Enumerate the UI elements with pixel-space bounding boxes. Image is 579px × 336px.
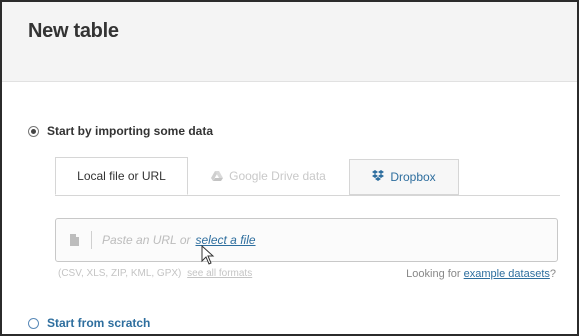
tab-local-file-label: Local file or URL	[77, 169, 166, 183]
url-input-field[interactable]: Paste an URL or select a file	[55, 218, 558, 262]
import-option-label: Start by importing some data	[47, 124, 214, 138]
see-all-formats-link[interactable]: see all formats	[187, 268, 252, 279]
import-data-option[interactable]: Start by importing some data	[28, 124, 213, 138]
tabs-divider	[55, 195, 560, 196]
tab-dropbox-label: Dropbox	[390, 170, 436, 184]
document-icon	[70, 234, 79, 246]
start-from-scratch-option[interactable]: Start from scratch	[28, 316, 150, 330]
mouse-pointer-icon	[201, 245, 215, 265]
input-separator	[91, 231, 92, 249]
tab-dropbox[interactable]: Dropbox	[349, 159, 459, 195]
google-drive-icon	[211, 171, 224, 181]
tab-google-drive[interactable]: Google Drive data	[193, 157, 344, 195]
tab-google-drive-label: Google Drive data	[229, 169, 326, 183]
import-radio-button[interactable]	[28, 125, 39, 137]
example-datasets-note: Looking for example datasets?	[406, 268, 556, 280]
scratch-radio-button[interactable]	[28, 317, 39, 329]
scratch-option-label: Start from scratch	[47, 316, 151, 330]
dropbox-icon	[372, 170, 385, 184]
tab-local-file-or-url[interactable]: Local file or URL	[55, 157, 188, 195]
examples-suffix: ?	[549, 268, 556, 280]
new-table-dialog: New table Start by importing some data L…	[0, 0, 579, 336]
page-title: New table	[28, 20, 119, 42]
url-placeholder: Paste an URL or	[102, 233, 191, 247]
import-source-tabs: Local file or URL Google Drive data Drop…	[55, 157, 464, 195]
examples-prefix: Looking for	[406, 268, 461, 280]
formats-list: (CSV, XLS, ZIP, KML, GPX)	[58, 268, 182, 279]
example-datasets-link[interactable]: example datasets	[464, 268, 550, 280]
supported-formats-note: (CSV, XLS, ZIP, KML, GPX) see all format…	[58, 268, 252, 279]
dialog-header: New table	[2, 2, 577, 82]
